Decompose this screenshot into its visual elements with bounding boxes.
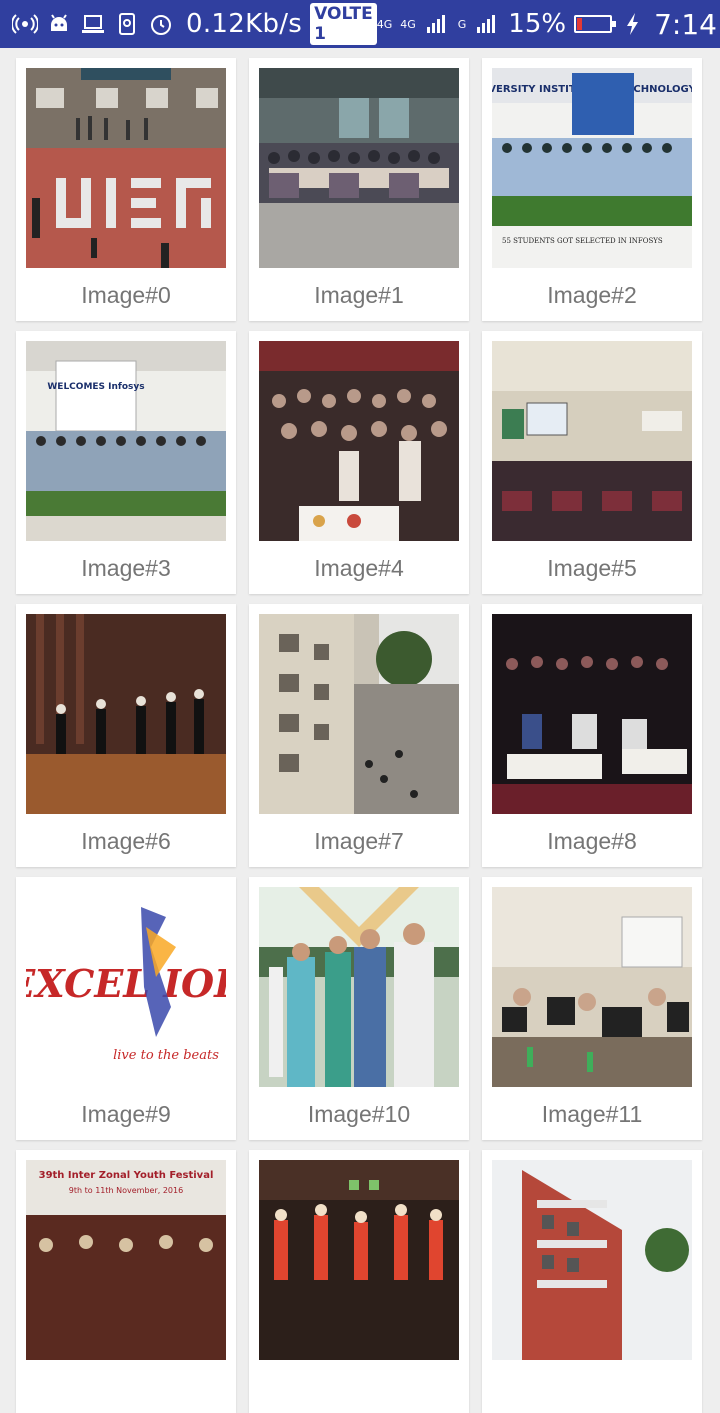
network-type-label-3: G [458,19,467,30]
gallery-item[interactable]: Image#7 [249,604,469,867]
gallery-caption: Image#7 [314,828,404,854]
android-icon [46,11,72,37]
gallery-caption: Image#11 [541,1101,643,1127]
image-gallery-grid: Image#0 Image#1 VERSITY INSTITUTE OF TEC… [16,58,702,1413]
battery-level [577,18,583,30]
gallery-thumbnail[interactable] [259,887,459,1087]
charging-icon [620,11,646,37]
gallery-caption: Image#1 [314,282,404,308]
banner-text: 39th Inter Zonal Youth Festival [39,1170,214,1181]
banner-text: WELCOMES Infosys [47,382,144,392]
gallery-thumbnail[interactable] [492,887,692,1087]
network-type-1: 4G [376,17,393,31]
gallery-item[interactable] [482,1150,702,1413]
gallery-caption: Image#4 [314,555,404,581]
gallery-thumbnail[interactable] [26,614,226,814]
gallery-thumbnail[interactable] [259,68,459,268]
screenshot-icon [114,11,140,37]
status-bar: 0.12Kb/s VOLTE 1 4G 4G G 15% 7:14PM [0,0,720,48]
gallery-thumbnail[interactable] [26,68,226,268]
gallery-caption: Image#6 [81,828,171,854]
gallery-caption: Image#10 [307,1101,411,1127]
network-speed: 0.12Kb/s [186,9,303,39]
clock-time: 7:14 [654,7,717,41]
caption-text: 55 STUDENTS GOT SELECTED IN INFOSYS [502,237,663,245]
hotspot-icon [12,11,38,37]
signal-icon-2 [474,11,500,37]
laptop-icon [80,11,106,37]
gallery-caption: Image#8 [547,828,637,854]
gallery-caption: Image#0 [81,282,171,308]
gallery-item[interactable]: EXCEL IOR live to the beats Image#9 [16,877,236,1140]
volte-badge: VOLTE 1 [310,3,377,45]
gallery-item[interactable]: VERSITY INSTITUTE OF TECHNOLOGY 55 STUDE… [482,58,702,321]
gallery-item[interactable]: WELCOMES Infosys Image#3 [16,331,236,594]
gallery-item[interactable]: Image#4 [249,331,469,594]
gallery-thumbnail[interactable] [492,1160,692,1360]
logo-text: EXCEL IOR [26,961,226,1006]
gallery-item[interactable]: Image#8 [482,604,702,867]
gallery-thumbnail[interactable]: WELCOMES Infosys [26,341,226,541]
battery-icon [574,15,617,33]
network-type-3: G [457,17,467,31]
gallery-thumbnail[interactable] [259,1160,459,1360]
gallery-thumbnail[interactable] [259,341,459,541]
gallery-caption: Image#5 [547,555,637,581]
gallery-item[interactable] [249,1150,469,1413]
gallery-item[interactable]: Image#10 [249,877,469,1140]
gallery-thumbnail[interactable] [259,614,459,814]
gallery-thumbnail[interactable]: VERSITY INSTITUTE OF TECHNOLOGY 55 STUDE… [492,68,692,268]
network-type-label: 4G [377,19,393,30]
banner-subtext: 9th to 11th November, 2016 [69,1186,183,1195]
gallery-caption: Image#3 [81,555,171,581]
network-type-2: 4G [400,17,416,31]
logo-tagline: live to the beats [113,1048,219,1063]
gallery-item[interactable]: Image#5 [482,331,702,594]
gallery-item[interactable]: 39th Inter Zonal Youth Festival 9th to 1… [16,1150,236,1413]
gallery-caption: Image#2 [547,282,637,308]
gallery-thumbnail[interactable] [492,341,692,541]
gallery-caption: Image#9 [81,1101,171,1127]
alarm-icon [148,11,174,37]
gallery-thumbnail[interactable]: 39th Inter Zonal Youth Festival 9th to 1… [26,1160,226,1360]
battery-percent: 15% [508,9,567,39]
gallery-thumbnail[interactable]: EXCEL IOR live to the beats [26,887,226,1087]
network-type-label-2: 4G [400,19,416,30]
signal-icon [424,11,450,37]
gallery-item[interactable]: Image#11 [482,877,702,1140]
gallery-item[interactable]: Image#6 [16,604,236,867]
gallery-item[interactable]: Image#0 [16,58,236,321]
gallery-item[interactable]: Image#1 [249,58,469,321]
gallery-thumbnail[interactable] [492,614,692,814]
